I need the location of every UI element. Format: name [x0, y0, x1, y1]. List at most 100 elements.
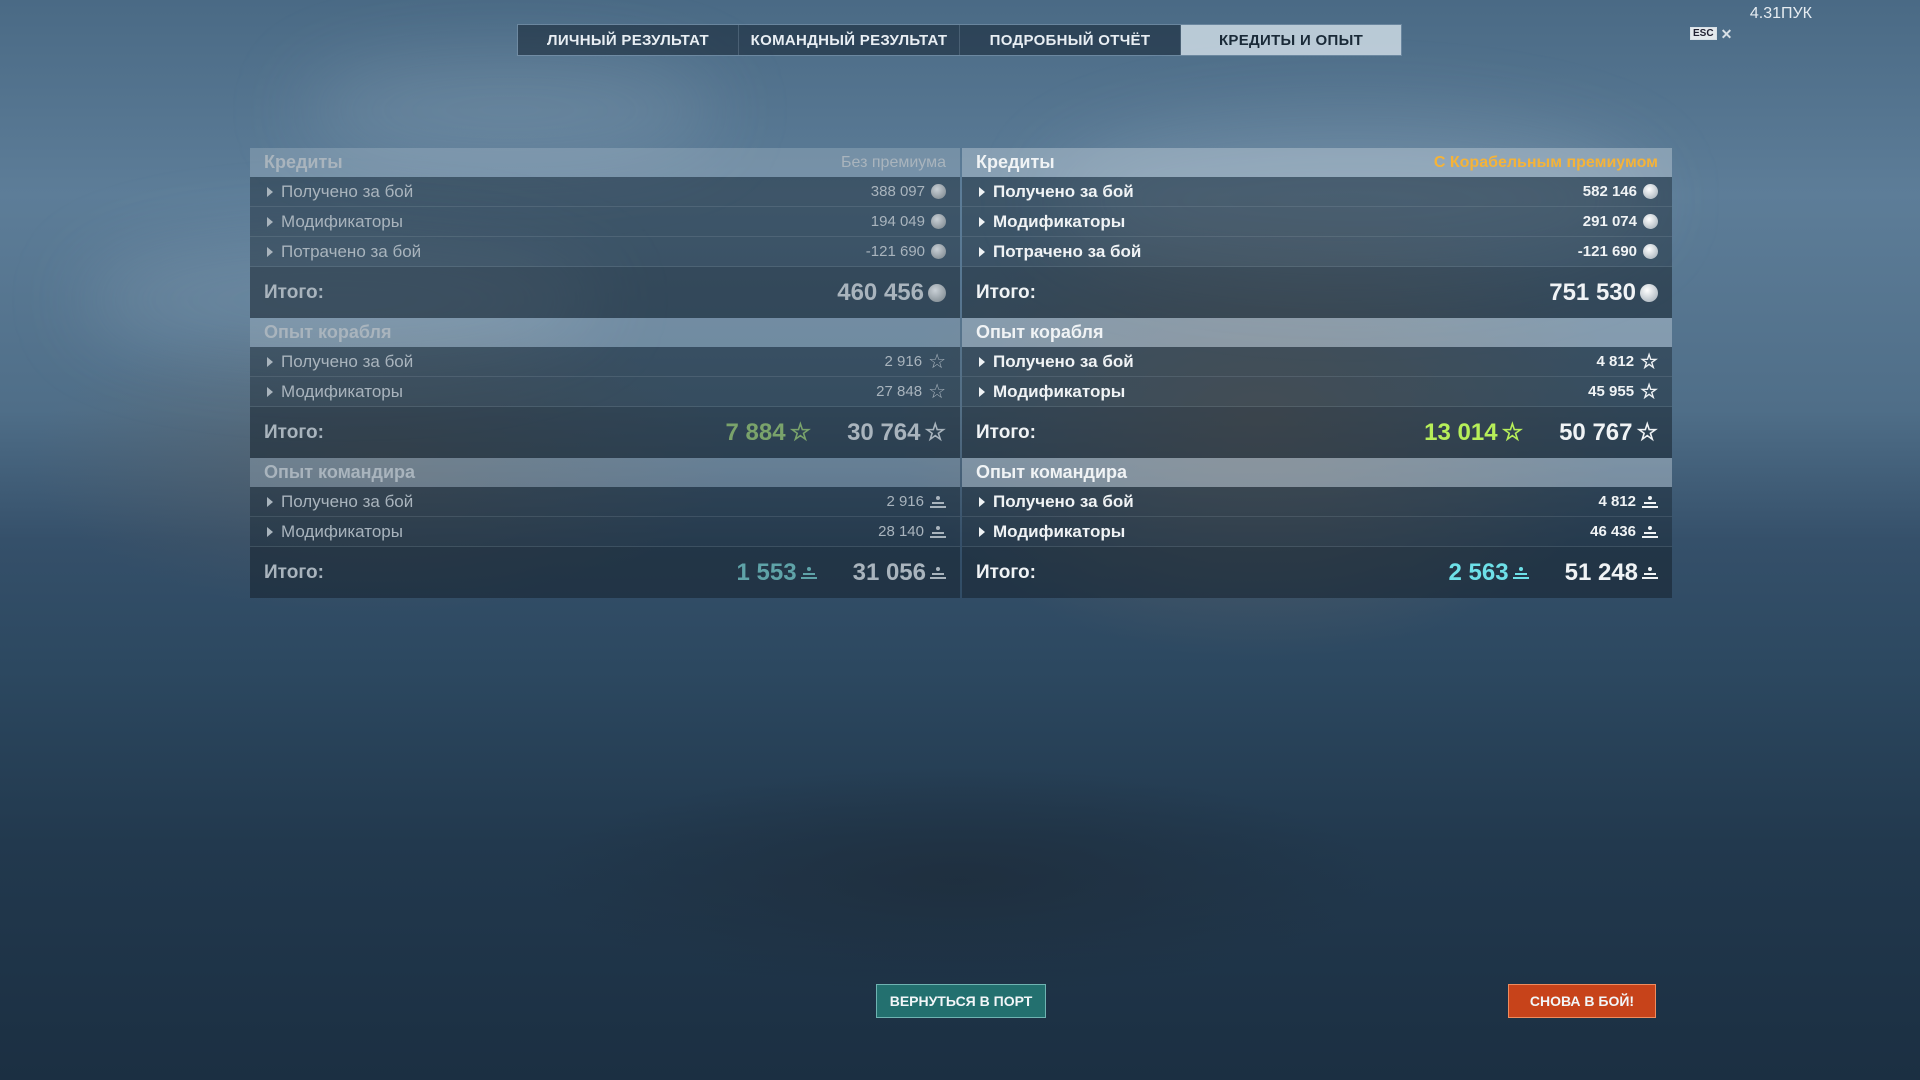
row-credits-modifiers[interactable]: Модификаторы 194 049: [250, 207, 960, 237]
premium-status-label: Без премиума: [841, 153, 946, 171]
row-credits-modifiers[interactable]: Модификаторы 291 074: [962, 207, 1672, 237]
row-label: Модификаторы: [993, 381, 1126, 401]
row-ship-xp-earned[interactable]: Получено за бой 2 916 ☆: [250, 347, 960, 377]
row-value: 46 436: [1590, 523, 1636, 540]
row-commander-xp-modifiers[interactable]: Модификаторы 46 436: [962, 517, 1672, 547]
row-commander-xp-earned[interactable]: Получено за бой 4 812: [962, 487, 1672, 517]
total-commander-xp-value: 31 056: [853, 559, 946, 587]
credit-coin-icon: [931, 244, 946, 259]
credit-coin-icon: [928, 283, 946, 302]
tab-personal-result[interactable]: ЛИЧНЫЙ РЕЗУЛЬТАТ: [518, 25, 739, 55]
star-icon: ☆: [1501, 418, 1524, 446]
triangle-right-icon: [267, 216, 273, 227]
section-title: Опыт командира: [264, 462, 416, 482]
triangle-right-icon: [267, 496, 273, 507]
credit-coin-icon: [931, 184, 946, 199]
star-icon: ☆: [789, 418, 812, 446]
elite-commander-xp-value: 1 553: [737, 559, 817, 587]
credit-coin-icon: [1643, 184, 1658, 199]
credit-coin-icon: [1643, 244, 1658, 259]
esc-close-button[interactable]: ESC ✕: [1690, 27, 1732, 41]
row-credits-earned[interactable]: Получено за бой 388 097: [250, 177, 960, 207]
battle-again-button[interactable]: СНОВА В БОЙ!: [1508, 984, 1656, 1018]
row-value: -121 690: [1577, 243, 1637, 260]
row-value: 2 916: [884, 353, 923, 370]
tab-bar: ЛИЧНЫЙ РЕЗУЛЬТАТ КОМАНДНЫЙ РЕЗУЛЬТАТ ПОД…: [517, 24, 1402, 56]
total-label: Итого:: [976, 421, 1036, 443]
commander-xp-icon: [1642, 566, 1658, 579]
commander-xp-icon: [1642, 495, 1658, 508]
total-commander-xp: Итого: 1 553 31 056: [250, 547, 960, 598]
row-value: 4 812: [1596, 353, 1635, 370]
commander-xp-icon: [930, 495, 946, 508]
triangle-right-icon: [979, 496, 985, 507]
panel-without-premium: Кредиты Без премиума Получено за бой 388…: [250, 148, 960, 598]
row-value: -121 690: [865, 243, 925, 260]
panel-with-premium: Кредиты С Корабельным премиумом Получено…: [962, 148, 1672, 598]
commander-xp-icon: [930, 566, 946, 579]
row-credits-earned[interactable]: Получено за бой 582 146: [962, 177, 1672, 207]
section-header-ship-xp: Опыт корабля: [250, 318, 960, 347]
row-label: Модификаторы: [281, 381, 403, 401]
row-ship-xp-earned[interactable]: Получено за бой 4 812 ☆: [962, 347, 1672, 377]
commander-xp-icon: [800, 566, 817, 579]
top-right-label: 4.31ПУК: [1749, 5, 1812, 22]
row-ship-xp-modifiers[interactable]: Модификаторы 27 848 ☆: [250, 377, 960, 407]
section-header-commander-xp: Опыт командира: [250, 458, 960, 487]
credit-coin-icon: [1640, 283, 1658, 302]
row-value: 194 049: [870, 213, 925, 230]
tab-team-result[interactable]: КОМАНДНЫЙ РЕЗУЛЬТАТ: [739, 25, 960, 55]
triangle-right-icon: [979, 386, 985, 397]
triangle-right-icon: [979, 186, 985, 197]
total-label: Итого:: [264, 421, 324, 443]
row-label: Модификаторы: [281, 521, 403, 541]
premium-status-label: С Корабельным премиумом: [1433, 153, 1658, 171]
total-label: Итого:: [264, 281, 324, 303]
triangle-right-icon: [267, 386, 273, 397]
section-header-credits: Кредиты Без премиума: [250, 148, 960, 177]
row-value: 45 955: [1588, 383, 1635, 400]
tab-credits-and-xp[interactable]: КРЕДИТЫ И ОПЫТ: [1181, 25, 1401, 55]
total-ship-xp: Итого: 13 014 ☆ 50 767 ☆: [962, 407, 1672, 458]
triangle-right-icon: [267, 246, 273, 257]
triangle-right-icon: [979, 246, 985, 257]
tab-detailed-report[interactable]: ПОДРОБНЫЙ ОТЧЁТ: [960, 25, 1181, 55]
row-value: 28 140: [878, 523, 924, 540]
section-header-credits: Кредиты С Корабельным премиумом: [962, 148, 1672, 177]
row-commander-xp-modifiers[interactable]: Модификаторы 28 140: [250, 517, 960, 547]
star-icon: ☆: [928, 380, 946, 403]
row-commander-xp-earned[interactable]: Получено за бой 2 916: [250, 487, 960, 517]
total-label: Итого:: [264, 561, 324, 583]
triangle-right-icon: [267, 356, 273, 367]
total-credits: Итого: 460 456: [250, 267, 960, 318]
row-label: Получено за бой: [281, 351, 414, 371]
triangle-right-icon: [979, 526, 985, 537]
row-label: Получено за бой: [993, 351, 1134, 371]
row-ship-xp-modifiers[interactable]: Модификаторы 45 955 ☆: [962, 377, 1672, 407]
section-title: Опыт командира: [976, 462, 1128, 482]
triangle-right-icon: [979, 356, 985, 367]
total-commander-xp-value: 51 248: [1565, 559, 1658, 587]
row-credits-spent[interactable]: Потрачено за бой -121 690: [962, 237, 1672, 267]
row-label: Получено за бой: [281, 181, 414, 201]
row-label: Модификаторы: [281, 211, 403, 231]
credit-coin-icon: [931, 214, 946, 229]
commander-xp-icon: [1642, 525, 1658, 538]
esc-key-icon: ESC: [1690, 27, 1717, 40]
row-value: 2 916: [886, 493, 924, 510]
elite-commander-xp-value: 2 563: [1449, 559, 1529, 587]
row-label: Получено за бой: [993, 181, 1134, 201]
row-credits-spent[interactable]: Потрачено за бой -121 690: [250, 237, 960, 267]
row-value: 582 146: [1582, 183, 1637, 200]
commander-xp-icon: [1512, 566, 1529, 579]
star-icon: ☆: [1636, 418, 1658, 446]
total-ship-xp-value: 50 767 ☆: [1559, 418, 1658, 446]
total-label: Итого:: [976, 281, 1036, 303]
row-label: Получено за бой: [281, 491, 414, 511]
row-label: Модификаторы: [993, 211, 1126, 231]
row-value: 291 074: [1582, 213, 1637, 230]
star-icon: ☆: [924, 418, 946, 446]
section-header-ship-xp: Опыт корабля: [962, 318, 1672, 347]
row-label: Потрачено за бой: [993, 241, 1142, 261]
return-to-port-button[interactable]: ВЕРНУТЬСЯ В ПОРТ: [876, 984, 1046, 1018]
